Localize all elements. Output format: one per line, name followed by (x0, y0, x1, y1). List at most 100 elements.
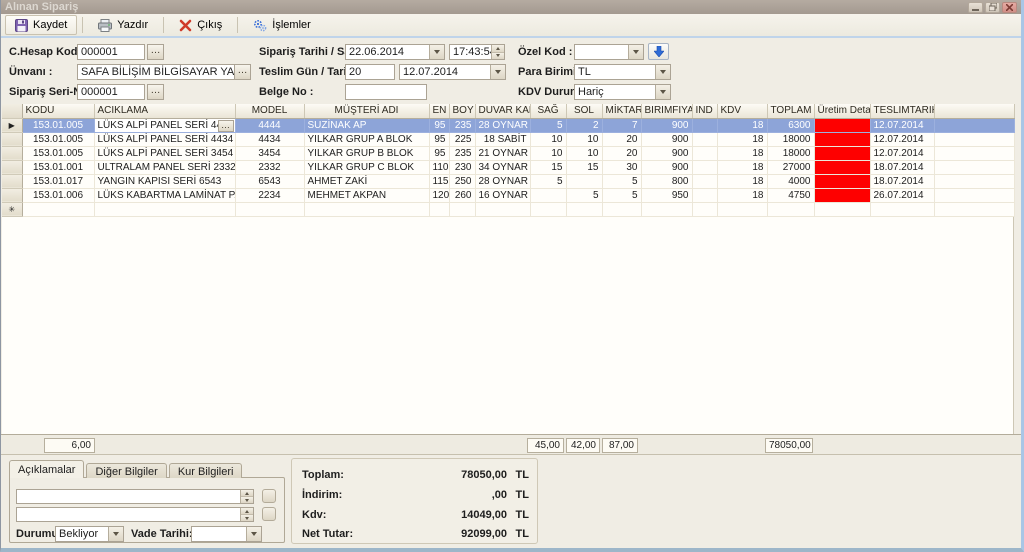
cell-en[interactable]: 95 (429, 118, 449, 132)
note2-spin-buttons[interactable] (240, 508, 253, 521)
cell-duvar[interactable]: 16 OYNAR (475, 188, 530, 202)
cell-en[interactable]: 95 (429, 146, 449, 160)
cell-empty[interactable] (870, 202, 934, 216)
status-combo[interactable]: Bekliyor (55, 526, 124, 542)
cell-miktar[interactable]: 20 (602, 146, 641, 160)
cell-kodu[interactable]: 153.01.017 (22, 174, 94, 188)
delivery-date-dropdown-icon[interactable] (490, 65, 505, 79)
order-time-spinner[interactable]: 17:43:54 (449, 44, 505, 60)
table-row[interactable]: 153.01.001 ULTRALAM PANEL SERİ 2332 2332… (2, 160, 1014, 174)
cell-boy[interactable]: 250 (449, 174, 475, 188)
row-selector[interactable] (2, 160, 22, 174)
tab-aciklamalar[interactable]: Açıklamalar (9, 460, 84, 478)
cell-sol[interactable]: 5 (566, 188, 602, 202)
cell-sag[interactable]: 5 (530, 174, 566, 188)
cell-empty[interactable] (692, 202, 717, 216)
cell-empty[interactable] (814, 202, 870, 216)
table-row[interactable]: ▶ 153.01.005 LÜKS ALPİ PANEL SERİ 4444… … (2, 118, 1014, 132)
cell-uretim-detay-alert[interactable] (814, 188, 870, 202)
cell-empty[interactable] (304, 202, 429, 216)
cell-empty[interactable] (475, 202, 530, 216)
cell-kdv[interactable]: 18 (717, 188, 767, 202)
cell-toplam[interactable]: 18000 (767, 146, 814, 160)
cell-empty[interactable] (94, 202, 235, 216)
row-selector[interactable] (2, 188, 22, 202)
cell-uretim-detay-alert[interactable] (814, 174, 870, 188)
cell-kdv[interactable]: 18 (717, 146, 767, 160)
cell-empty[interactable] (429, 202, 449, 216)
cell-duvar[interactable]: 28 OYNAR (475, 174, 530, 188)
order-series-input[interactable]: 000001 (77, 84, 145, 100)
cell-model[interactable]: 2332 (235, 160, 304, 174)
cell-empty[interactable] (235, 202, 304, 216)
col-toplam[interactable]: TOPLAM (767, 104, 814, 118)
cell-birimfiyat[interactable]: 900 (641, 146, 692, 160)
cell-birimfiyat[interactable]: 900 (641, 160, 692, 174)
col-ind[interactable]: IND (692, 104, 717, 118)
cell-birimfiyat[interactable]: 950 (641, 188, 692, 202)
cell-birimfiyat[interactable]: 900 (641, 132, 692, 146)
cell-boy[interactable]: 225 (449, 132, 475, 146)
vat-status-combo[interactable]: Hariç (574, 84, 671, 100)
cell-sag[interactable]: 10 (530, 146, 566, 160)
cell-model[interactable]: 6543 (235, 174, 304, 188)
tab-diger-bilgiler[interactable]: Diğer Bilgiler (86, 463, 166, 478)
cell-en[interactable]: 110 (429, 160, 449, 174)
cell-toplam[interactable]: 4000 (767, 174, 814, 188)
col-birimfiyat[interactable]: BIRIMFIYAT (641, 104, 692, 118)
cell-model[interactable]: 4434 (235, 132, 304, 146)
note1-extra-button[interactable] (262, 489, 276, 503)
cell-sol[interactable]: 10 (566, 146, 602, 160)
col-kodu[interactable]: KODU (22, 104, 94, 118)
note-input-1[interactable] (16, 489, 254, 504)
cell-teslim-tarihi[interactable]: 26.07.2014 (870, 188, 934, 202)
currency-combo[interactable]: TL (574, 64, 671, 80)
cell-ind[interactable] (692, 132, 717, 146)
status-dropdown-icon[interactable] (108, 527, 123, 541)
delivery-date-picker[interactable]: 12.07.2014 (399, 64, 506, 80)
cell-teslim-tarihi[interactable]: 18.07.2014 (870, 174, 934, 188)
cell-aciklama[interactable]: LÜKS ALPİ PANEL SERİ 3454 (94, 146, 235, 160)
cell-duvar[interactable]: 28 OYNAR (475, 118, 530, 132)
cell-miktar[interactable]: 20 (602, 132, 641, 146)
cell-duvar[interactable]: 34 OYNAR (475, 160, 530, 174)
cell-kdv[interactable]: 18 (717, 118, 767, 132)
cell-sag[interactable]: 10 (530, 132, 566, 146)
col-model[interactable]: MODEL (235, 104, 304, 118)
time-spin-buttons[interactable] (491, 45, 504, 59)
cell-musteri[interactable]: YILKAR GRUP C BLOK (304, 160, 429, 174)
cell-kodu[interactable]: 153.01.001 (22, 160, 94, 174)
minimize-button[interactable] (968, 2, 983, 13)
order-date-picker[interactable]: 22.06.2014 (345, 44, 445, 60)
cell-ind[interactable] (692, 174, 717, 188)
special-code-combo[interactable] (574, 44, 644, 60)
note-input-2[interactable] (16, 507, 254, 522)
cell-kdv[interactable]: 18 (717, 160, 767, 174)
cell-musteri[interactable]: YILKAR GRUP B BLOK (304, 146, 429, 160)
note2-extra-button[interactable] (262, 507, 276, 521)
cell-ind[interactable] (692, 188, 717, 202)
cell-sol[interactable]: 15 (566, 160, 602, 174)
order-series-lookup-button[interactable]: … (147, 84, 164, 100)
cell-boy[interactable]: 230 (449, 160, 475, 174)
cell-birimfiyat[interactable]: 800 (641, 174, 692, 188)
cell-empty[interactable] (641, 202, 692, 216)
cell-boy[interactable]: 235 (449, 146, 475, 160)
col-sag[interactable]: SAĞ (530, 104, 566, 118)
col-sol[interactable]: SOL (566, 104, 602, 118)
col-kdv[interactable]: KDV (717, 104, 767, 118)
cell-musteri[interactable]: AHMET ZAKİ (304, 174, 429, 188)
col-uretim-detay[interactable]: Üretim Detay (814, 104, 870, 118)
cell-empty[interactable] (717, 202, 767, 216)
print-button[interactable]: Yazdır (88, 15, 158, 35)
special-code-dropdown-icon[interactable] (628, 45, 643, 59)
cell-aciklama[interactable]: LÜKS KABARTMA LAMİNAT PANEL S... (94, 188, 235, 202)
cell-empty[interactable] (449, 202, 475, 216)
col-miktar[interactable]: MİKTAR (602, 104, 641, 118)
cell-aciklama-editing[interactable]: LÜKS ALPİ PANEL SERİ 4444… (94, 118, 235, 132)
row-selector[interactable] (2, 146, 22, 160)
table-row[interactable]: 153.01.005 LÜKS ALPİ PANEL SERİ 3454 345… (2, 146, 1014, 160)
cell-sol[interactable]: 10 (566, 132, 602, 146)
due-date-dropdown-icon[interactable] (246, 527, 261, 541)
cell-teslim-tarihi[interactable]: 18.07.2014 (870, 160, 934, 174)
